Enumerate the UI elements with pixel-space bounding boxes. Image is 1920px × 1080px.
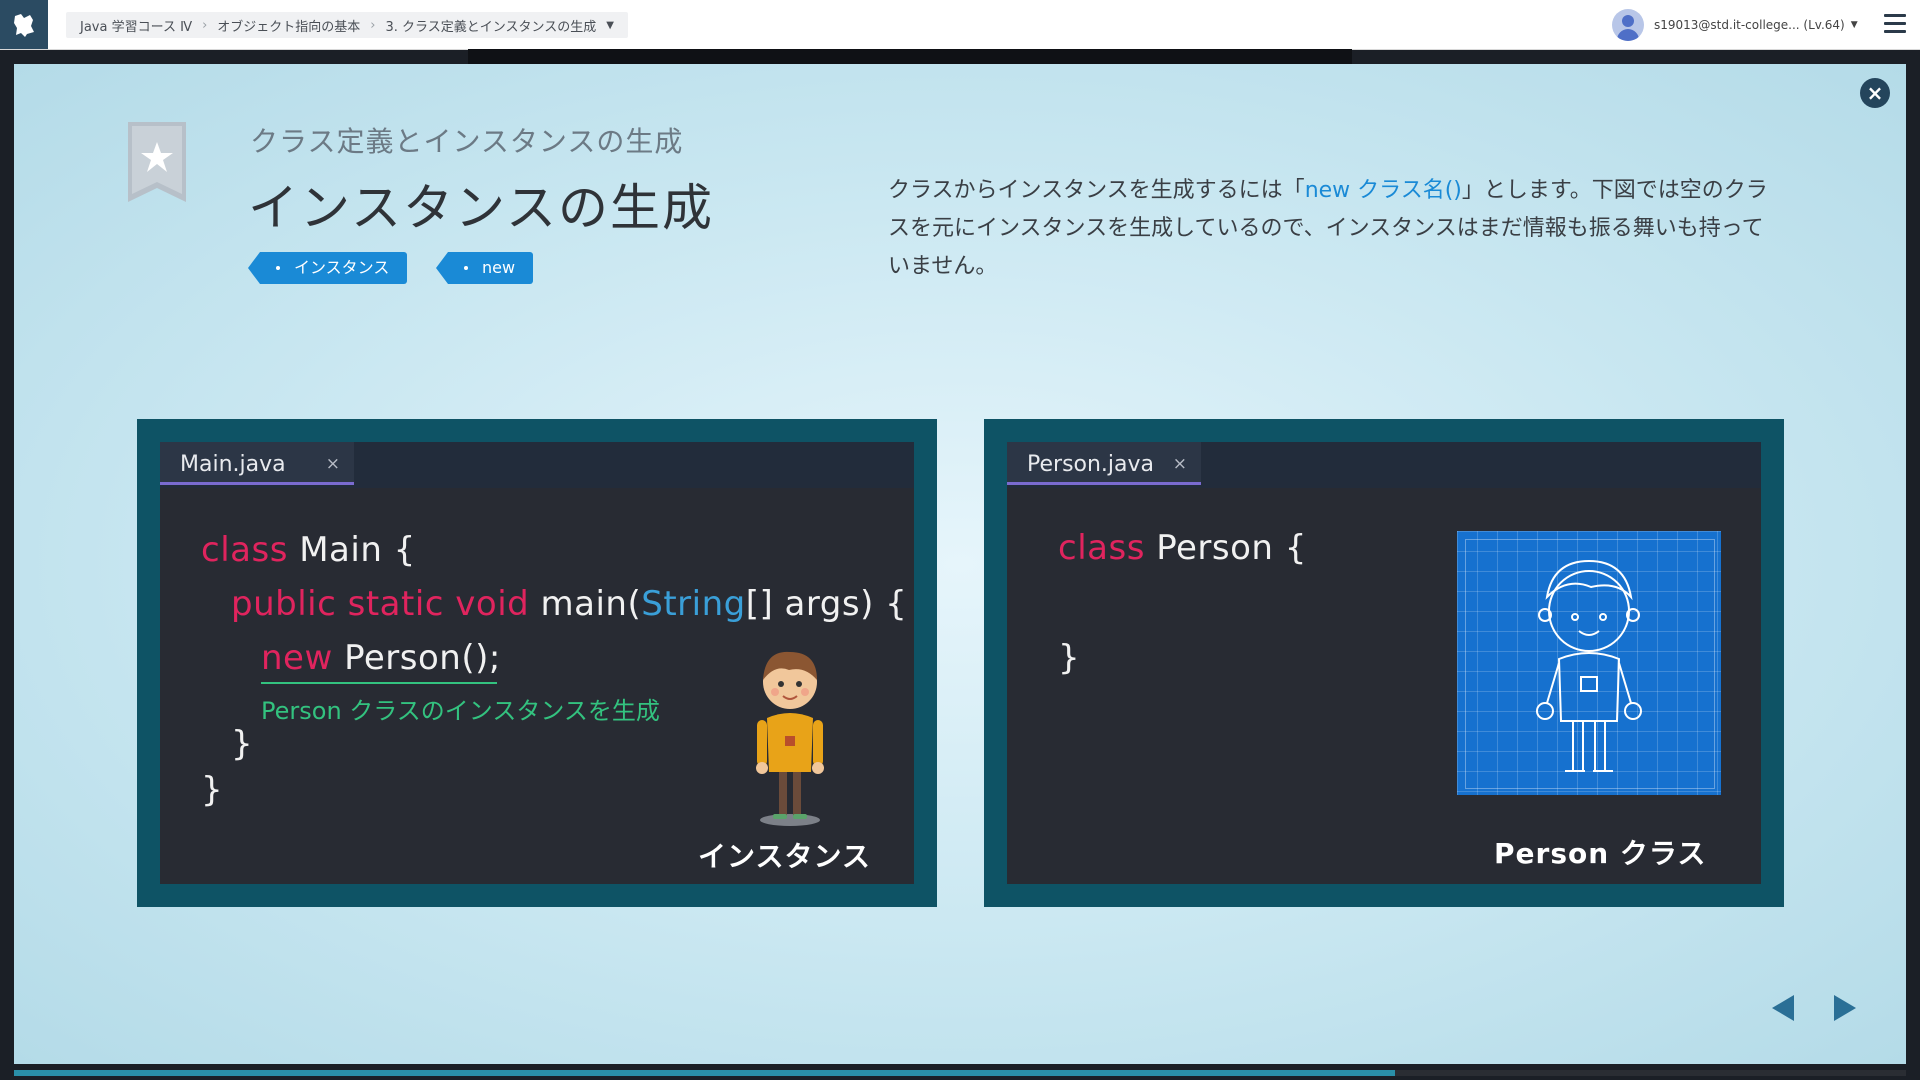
breadcrumb-course[interactable]: Java 学習コース Ⅳ bbox=[80, 16, 192, 35]
app-logo-icon[interactable] bbox=[0, 0, 48, 49]
code-line-1: class Person { bbox=[1058, 528, 1307, 568]
person-java-card: Person.java × class Person { } Person クラ… bbox=[984, 419, 1784, 907]
slide-title: インスタンスの生成 bbox=[248, 179, 714, 237]
tab-label: Main.java bbox=[180, 452, 286, 477]
blueprint-character-illustration bbox=[1536, 559, 1642, 772]
close-icon[interactable]: × bbox=[326, 442, 340, 487]
arrow-left-icon[interactable] bbox=[1772, 995, 1794, 1021]
user-menu[interactable]: s19013@std.it-college... (Lv.64) ▼ bbox=[1612, 8, 1858, 42]
tab-main-java[interactable]: Main.java × bbox=[160, 442, 354, 485]
instance-caption: インスタンス bbox=[698, 840, 871, 873]
person-java-editor: Person.java × class Person { } Person クラ… bbox=[1007, 442, 1761, 884]
tab-label: Person.java bbox=[1027, 452, 1155, 477]
caret-down-icon[interactable]: ▼ bbox=[606, 20, 614, 31]
person-class-blueprint bbox=[1457, 531, 1721, 795]
breadcrumb: Java 学習コース Ⅳ › オブジェクト指向の基本 › 3. クラス定義とイン… bbox=[66, 12, 628, 38]
slide-description: クラスからインスタンスを生成するには「new クラス名()」とします。下図では空… bbox=[888, 172, 1768, 286]
user-avatar-icon bbox=[1612, 9, 1644, 41]
close-icon[interactable]: × bbox=[1173, 442, 1187, 487]
breadcrumb-chapter[interactable]: オブジェクト指向の基本 bbox=[217, 16, 360, 35]
lesson-progress-bar bbox=[14, 1070, 1906, 1076]
lesson-progress-fill bbox=[14, 1070, 1396, 1076]
arrow-right-icon[interactable] bbox=[1834, 995, 1856, 1021]
top-nav-bar: Java 学習コース Ⅳ › オブジェクト指向の基本 › 3. クラス定義とイン… bbox=[0, 0, 1920, 50]
breadcrumb-lesson[interactable]: 3. クラス定義とインスタンスの生成 bbox=[386, 16, 597, 35]
code-line-3: new Person(); bbox=[261, 638, 501, 678]
tag-new[interactable]: new bbox=[435, 252, 534, 284]
hamburger-menu-icon[interactable] bbox=[1884, 14, 1906, 34]
chevron-right-icon: › bbox=[370, 17, 376, 33]
close-icon[interactable]: × bbox=[1860, 78, 1890, 108]
star-bookmark-icon[interactable] bbox=[128, 122, 186, 202]
code-underline bbox=[261, 682, 497, 684]
description-text-before: クラスからインスタンスを生成するには「 bbox=[888, 178, 1305, 203]
person-class-caption: Person クラス bbox=[1494, 837, 1707, 870]
main-java-editor: Main.java × class Main { public static v… bbox=[160, 442, 914, 884]
code-line-5: } bbox=[201, 770, 224, 810]
slide-subtitle: クラス定義とインスタンスの生成 bbox=[250, 125, 684, 158]
instance-character-illustration bbox=[756, 651, 824, 826]
tab-person-java[interactable]: Person.java × bbox=[1007, 442, 1201, 485]
code-line-2: } bbox=[1058, 638, 1081, 678]
description-highlight: new クラス名() bbox=[1304, 178, 1462, 203]
editor-tab-bar: Person.java × bbox=[1007, 442, 1761, 488]
code-line-4: } bbox=[231, 724, 254, 764]
caret-down-icon: ▼ bbox=[1850, 20, 1858, 30]
lesson-slide-panel: クラス定義とインスタンスの生成 インスタンスの生成 インスタンス new クラス… bbox=[14, 64, 1906, 1064]
editor-tab-bar: Main.java × bbox=[160, 442, 914, 488]
code-line-1: class Main { bbox=[201, 530, 416, 570]
main-java-card: Main.java × class Main { public static v… bbox=[137, 419, 937, 907]
background-strip bbox=[468, 49, 1352, 65]
chevron-right-icon: › bbox=[202, 17, 208, 33]
tag-instance[interactable]: インスタンス bbox=[247, 252, 408, 284]
user-label: s19013@std.it-college... (Lv.64) bbox=[1654, 18, 1845, 32]
code-line-2: public static void main(String[] args) { bbox=[231, 584, 908, 624]
code-comment: Person クラスのインスタンスを生成 bbox=[261, 697, 660, 725]
